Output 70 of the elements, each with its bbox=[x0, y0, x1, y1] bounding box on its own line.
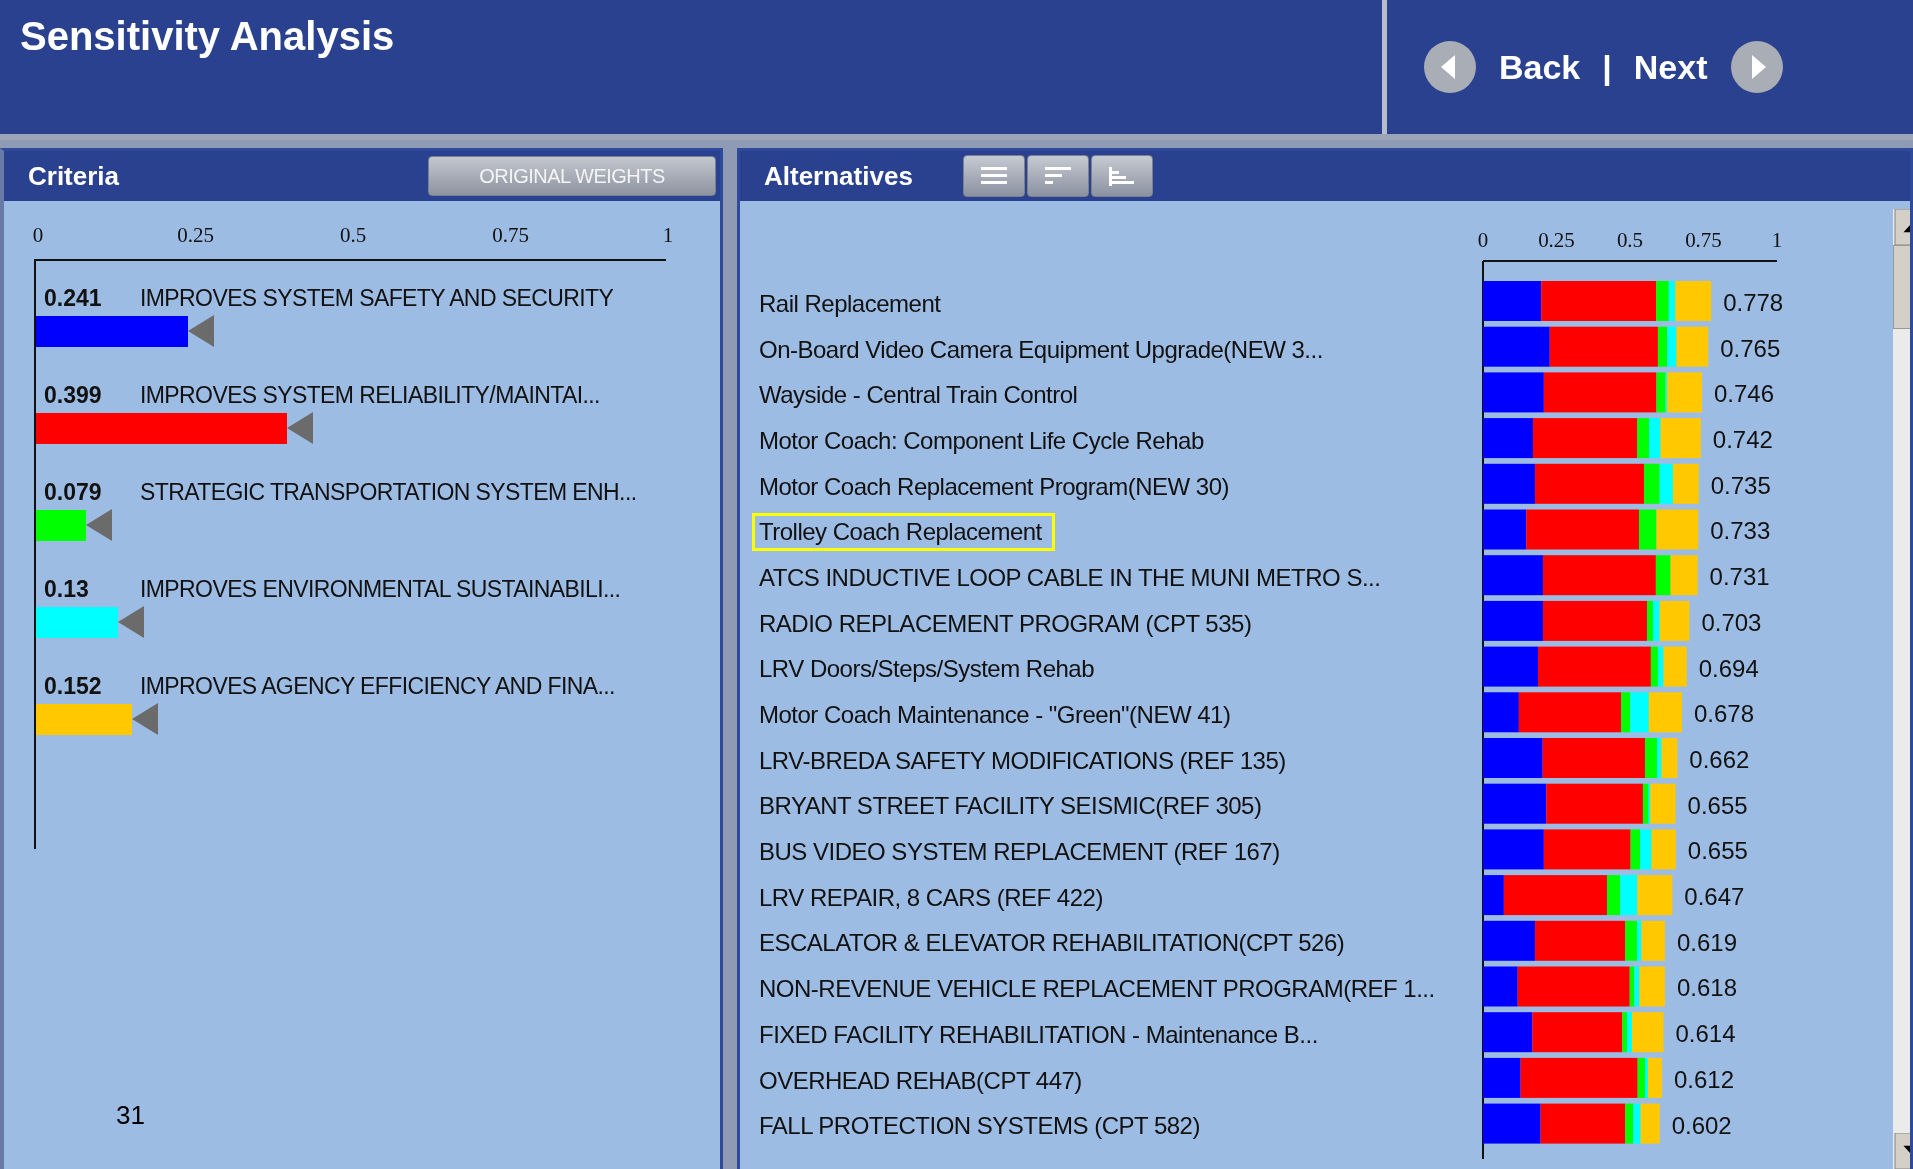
score-label: 0.733 bbox=[1710, 517, 1771, 545]
score-label: 0.655 bbox=[1687, 837, 1748, 865]
score-label: 0.731 bbox=[1709, 563, 1770, 591]
alternative-name[interactable]: FALL PROTECTION SYSTEMS (CPT 582) bbox=[752, 1107, 1213, 1146]
separator: | bbox=[1602, 47, 1612, 87]
axis-tick: 0.5 bbox=[1616, 228, 1644, 252]
score-label: 0.746 bbox=[1714, 380, 1775, 408]
alternative-name[interactable]: LRV Doors/Steps/System Rehab bbox=[752, 650, 1108, 689]
scale-tick: 0.5 bbox=[339, 223, 367, 248]
alternative-name[interactable]: LRV-BREDA SAFETY MODIFICATIONS (REF 135) bbox=[752, 741, 1299, 780]
page-number: 31 bbox=[116, 1100, 145, 1131]
alternative-name[interactable]: RADIO REPLACEMENT PROGRAM (CPT 535) bbox=[752, 604, 1265, 643]
weight-value: 0.152 bbox=[44, 673, 103, 700]
slider-thumb[interactable] bbox=[85, 509, 112, 541]
alternative-name[interactable]: On-Board Video Camera Equipment Upgrade(NEW 3... bbox=[752, 330, 1336, 369]
panel-title: Alternatives bbox=[764, 160, 913, 192]
axis-tick: 0.25 bbox=[1538, 228, 1575, 252]
score-label: 0.765 bbox=[1720, 334, 1781, 362]
criterion-name: IMPROVES AGENCY EFFICIENCY AND FINA... bbox=[140, 673, 615, 700]
scale-tick: 0 bbox=[32, 223, 44, 248]
sort-descending-button[interactable] bbox=[1026, 155, 1089, 197]
criterion-name: IMPROVES ENVIRONMENTAL SUSTAINABILI... bbox=[140, 576, 621, 603]
weight-value: 0.13 bbox=[44, 576, 90, 603]
weight-value: 0.241 bbox=[44, 285, 103, 312]
axis-tick: 0 bbox=[1477, 228, 1489, 252]
alternative-name[interactable]: Trolley Coach Replacement bbox=[752, 513, 1055, 552]
panel-title: Criteria bbox=[28, 160, 120, 192]
axis-tick: 1 bbox=[1771, 228, 1783, 252]
alternative-name[interactable]: NON-REVENUE VEHICLE REPLACEMENT PROGRAM(REF 1... bbox=[752, 970, 1448, 1009]
weight-value: 0.399 bbox=[44, 382, 103, 409]
score-label: 0.655 bbox=[1687, 791, 1748, 819]
alternative-name[interactable]: LRV REPAIR, 8 CARS (REF 422) bbox=[752, 878, 1116, 917]
alternative-name[interactable]: BUS VIDEO SYSTEM REPLACEMENT (REF 167) bbox=[752, 833, 1293, 872]
axis-tick: 0.75 bbox=[1685, 228, 1722, 252]
next-link[interactable]: Next bbox=[1633, 47, 1708, 87]
scale-tick: 1 bbox=[662, 223, 674, 248]
sort-ascending-button[interactable] bbox=[1090, 155, 1153, 197]
score-label: 0.742 bbox=[1712, 426, 1773, 454]
weight-value: 0.079 bbox=[44, 479, 103, 506]
alternative-name[interactable]: OVERHEAD REHAB(CPT 447) bbox=[752, 1061, 1095, 1100]
score-label: 0.694 bbox=[1698, 654, 1759, 682]
alternative-name[interactable]: FIXED FACILITY REHABILITATION - Maintenance B... bbox=[752, 1015, 1331, 1054]
alternative-name[interactable]: ESCALATOR & ELEVATOR REHABILITATION(CPT 526) bbox=[752, 924, 1358, 963]
score-label: 0.778 bbox=[1723, 289, 1784, 316]
alternative-name[interactable]: Rail Replacement bbox=[752, 284, 954, 323]
alternative-name[interactable]: Motor Coach Maintenance - "Green"(NEW 41) bbox=[752, 696, 1244, 735]
score-label: 0.614 bbox=[1675, 1020, 1736, 1048]
score-label: 0.678 bbox=[1694, 700, 1755, 728]
scale-tick: 0.25 bbox=[177, 223, 214, 248]
criterion-name: IMPROVES SYSTEM SAFETY AND SECURITY bbox=[140, 285, 614, 312]
criterion-name: STRATEGIC TRANSPORTATION SYSTEM ENH... bbox=[140, 479, 637, 506]
back-link[interactable]: Back bbox=[1499, 47, 1581, 87]
score-label: 0.612 bbox=[1674, 1065, 1735, 1093]
page-title: Sensitivity Analysis bbox=[19, 13, 395, 60]
score-label: 0.662 bbox=[1689, 746, 1750, 773]
score-label: 0.618 bbox=[1677, 974, 1737, 1002]
alternative-name[interactable]: Motor Coach: Component Life Cycle Rehab bbox=[752, 421, 1217, 460]
sort-ascending-icon bbox=[1106, 164, 1137, 188]
alternative-name[interactable]: BRYANT STREET FACILITY SEISMIC(REF 305) bbox=[752, 787, 1275, 826]
criterion-name: IMPROVES SYSTEM RELIABILITY/MAINTAI... bbox=[140, 382, 600, 409]
score-label: 0.602 bbox=[1671, 1111, 1732, 1139]
alternative-name[interactable]: ATCS INDUCTIVE LOOP CABLE IN THE MUNI METRO S... bbox=[752, 558, 1394, 597]
alternative-name[interactable]: Wayside - Central Train Control bbox=[752, 376, 1091, 415]
alternative-name[interactable]: Motor Coach Replacement Program(NEW 30) bbox=[752, 467, 1242, 506]
score-label: 0.619 bbox=[1677, 928, 1737, 956]
score-label: 0.703 bbox=[1701, 608, 1762, 636]
scale-tick: 0.75 bbox=[492, 223, 529, 248]
score-label: 0.647 bbox=[1684, 883, 1745, 911]
score-label: 0.735 bbox=[1710, 471, 1771, 499]
list-view-button[interactable] bbox=[962, 155, 1025, 197]
